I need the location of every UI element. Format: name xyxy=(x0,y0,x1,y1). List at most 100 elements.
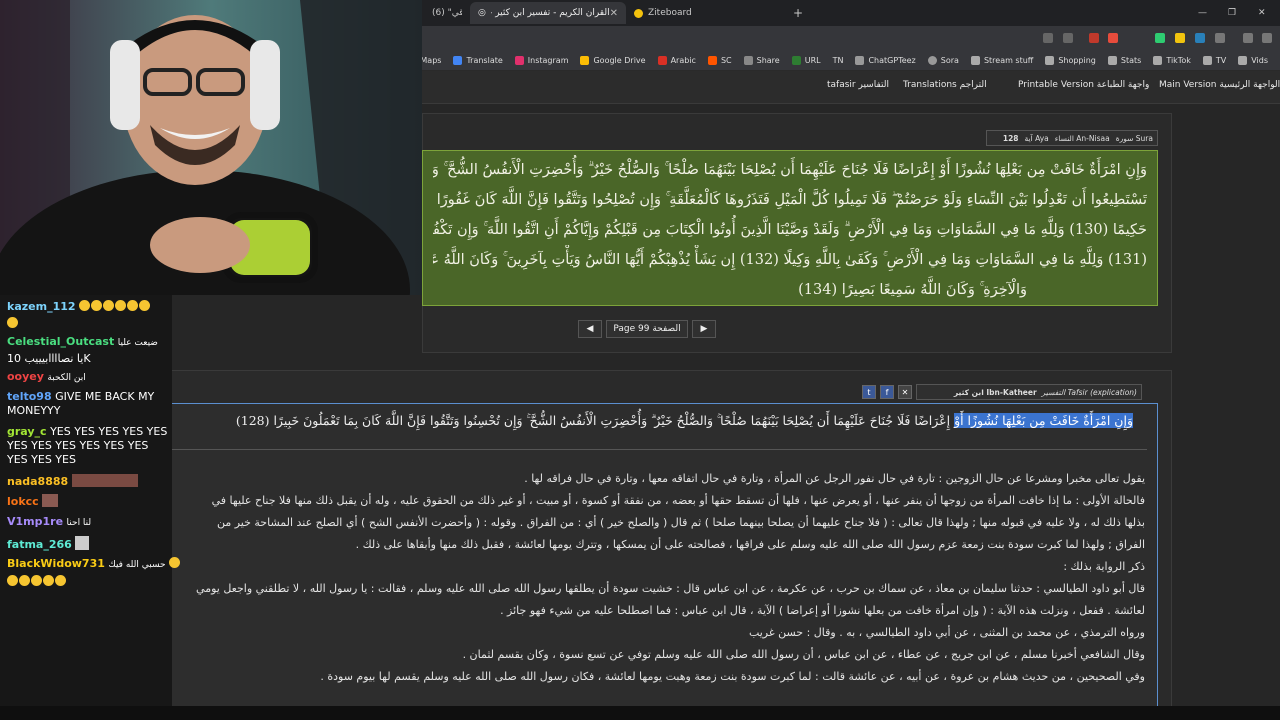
chat-message xyxy=(7,317,19,331)
browser-tab-1[interactable]: حقوقي" (6) xyxy=(424,2,470,24)
bookmark-label: URL xyxy=(804,55,821,65)
bookmark-sora[interactable]: Sora xyxy=(927,55,959,65)
bookmark-label: ChatGPTeez xyxy=(868,55,916,65)
bookmark-stats[interactable]: Stats xyxy=(1107,55,1141,65)
emoji-icon xyxy=(103,300,115,311)
window-close-icon[interactable]: ✕ xyxy=(1250,2,1270,24)
bookmark-chatgpteez[interactable]: ChatGPTeez xyxy=(855,55,916,65)
bookmark-share[interactable]: Share xyxy=(743,55,780,65)
bookmark-label: Arabic xyxy=(670,55,696,65)
page-number-select[interactable]: Page 99 الصفحة xyxy=(606,320,688,338)
tafsir-line: ذكر الرواية بذلك : xyxy=(1063,560,1145,573)
bookmark-url[interactable]: URL xyxy=(791,55,821,65)
ayah-text-rest: إِعْرَاضًا فَلَا جُنَاحَ عَلَيْهِمَا أَن… xyxy=(235,413,951,428)
folder-icon xyxy=(1238,55,1248,65)
nav-main-version[interactable]: Main Version الواجهة الرئيسية xyxy=(1159,80,1280,90)
bookmark-tn[interactable]: TN xyxy=(833,56,844,65)
surah-label: Sura سورة xyxy=(1115,133,1153,143)
chat-username: lokcc xyxy=(7,495,39,508)
share-icon[interactable] xyxy=(1063,33,1073,43)
chat-text: ضيعت عليا xyxy=(117,338,158,348)
chat-text: لنا احنا xyxy=(66,518,92,528)
extension-icon[interactable] xyxy=(1175,33,1185,43)
chat-message: ooyey ابن الكحبة xyxy=(7,370,86,385)
tafsir-body: يقول تعالى مخبرا ومشرعا عن حال الزوجين :… xyxy=(147,468,1145,688)
folder-icon xyxy=(1045,55,1055,65)
drive-icon xyxy=(580,55,590,65)
bookmark-label: TikTok xyxy=(1166,55,1191,65)
next-page-button[interactable]: ▶ xyxy=(692,320,716,338)
quran-line: وَإِنِ امْرَأَةٌ خَافَتْ مِن بَعْلِهَا ن… xyxy=(433,162,1147,178)
browser-tab-3[interactable]: Ziteboard xyxy=(626,2,782,24)
divider xyxy=(147,449,1147,450)
quran-line: وَالْآخِرَةِ ۚ وَكَانَ اللَّهُ سَمِيعًا … xyxy=(798,282,1027,298)
tafsir-line: وفي الصحيحين ، من حديث هشام بن عروة ، عن… xyxy=(320,670,1145,683)
extension-icon[interactable] xyxy=(1155,33,1165,43)
nav-translations[interactable]: Translations التراجم xyxy=(903,80,987,90)
bookmark-sc[interactable]: SC xyxy=(707,55,732,65)
profile-icon[interactable] xyxy=(1262,33,1272,43)
twitter-icon[interactable]: t xyxy=(862,385,876,399)
bookmark-translate[interactable]: Translate xyxy=(453,55,503,65)
instagram-icon xyxy=(514,55,524,65)
aya-dropdown[interactable]: 128 xyxy=(1003,134,1019,143)
bookmark-label: Shopping xyxy=(1058,55,1096,65)
streamer-camera-image xyxy=(0,0,422,295)
bookmark-arabic[interactable]: Arabic xyxy=(657,55,696,65)
new-tab-button[interactable]: + xyxy=(785,2,805,24)
bookmark-instagram[interactable]: Instagram xyxy=(514,55,568,65)
chat-username: fatma_266 xyxy=(7,538,72,551)
chat-username: Celestial_Outcast xyxy=(7,335,115,348)
page-pager: ◀ Page 99 الصفحة ▶ xyxy=(578,320,718,340)
tafsir-dropdown[interactable]: Tafsir (explication) التفسير Ibn-Katheer… xyxy=(916,384,1142,400)
extension-icon[interactable] xyxy=(1089,33,1099,43)
bookmark-label: Google Drive xyxy=(593,55,646,65)
chat-message: BlackWidow731 حسبي الله فيك xyxy=(7,557,181,572)
bookmark-label: TV xyxy=(1215,55,1227,65)
chat-text: حسبي الله فيك xyxy=(108,560,166,570)
extension-icon[interactable] xyxy=(1108,33,1118,43)
bookmark-label: Share xyxy=(756,55,780,65)
ziteboard-icon xyxy=(634,8,643,18)
nav-printable-version[interactable]: Printable Version واجهة الطباعة xyxy=(1018,80,1149,90)
bookmark-label: Vids xyxy=(1251,55,1268,65)
bookmark-vids[interactable]: Vids xyxy=(1238,55,1268,65)
facebook-icon[interactable]: f xyxy=(880,385,894,399)
restore-icon[interactable]: ❐ xyxy=(1220,2,1240,24)
bookmark-label: Stream stuff xyxy=(983,55,1034,65)
bookmark-tiktok[interactable]: TikTok xyxy=(1153,55,1191,65)
tafsir-line: قال أبو داود الطيالسي : حدثنا سليمان بن … xyxy=(196,582,1145,595)
bookmark-shopping[interactable]: Shopping xyxy=(1045,55,1096,65)
nav-tafsir[interactable]: tafasir التفاسير xyxy=(827,80,889,90)
bookmark-label: Translate xyxy=(466,55,503,65)
highlighted-ayah-text[interactable]: وَإِنِ امْرَأَةٌ خَافَتْ مِن بَعْلِهَا ن… xyxy=(954,413,1133,428)
surah-dropdown[interactable]: An-Nisaa النساء xyxy=(1055,134,1110,143)
zoom-icon[interactable] xyxy=(1043,33,1053,43)
bookmark-stream-stuff[interactable]: Stream stuff xyxy=(970,55,1034,65)
chat-username: telto98 xyxy=(7,390,52,403)
extension-icon[interactable] xyxy=(1215,33,1225,43)
tafsir-value: Ibn-Katheer ابن كثير xyxy=(953,387,1037,397)
tafsir-line: لعائشة . ففعل ، ونزلت هذه الآية : ( وإن … xyxy=(500,604,1145,617)
bookmark-tv[interactable]: TV xyxy=(1202,55,1227,65)
emoji-icon xyxy=(139,300,151,311)
folder-icon xyxy=(1202,55,1212,65)
quran-line: حَكِيمًا (130) وَلِلَّهِ مَا فِي السَّمَ… xyxy=(433,222,1147,238)
bookmark-label: Maps xyxy=(420,55,442,65)
ayah-selector[interactable]: Sura سورة An-Nisaa النساء Aya آية 128 xyxy=(986,130,1158,146)
emoji-icon xyxy=(169,557,181,568)
tafsir-line: فالحالة الأولى : ما إذا خافت المرأة من ز… xyxy=(211,494,1145,507)
close-icon[interactable]: ✕ xyxy=(898,385,912,399)
chat-username: nada8888 xyxy=(7,475,69,488)
minimize-icon[interactable]: — xyxy=(1190,2,1210,24)
close-tab-icon[interactable]: ✕ xyxy=(610,8,618,19)
emoji-icon xyxy=(7,317,18,328)
chat-username: V1mp1re xyxy=(7,515,64,528)
chat-message: telto98 GIVE ME BACK MY MONEYYY xyxy=(7,390,167,418)
bottom-bar xyxy=(0,706,1280,720)
browser-tab-2[interactable]: ◎ القرآن الكريم - تفسير ابن كثير - تف ✕ xyxy=(470,2,626,24)
extension-icon[interactable] xyxy=(1195,33,1205,43)
bookmark-google-drive[interactable]: Google Drive xyxy=(580,55,646,65)
prev-page-button[interactable]: ◀ xyxy=(578,320,602,338)
music-icon[interactable] xyxy=(1243,33,1253,43)
